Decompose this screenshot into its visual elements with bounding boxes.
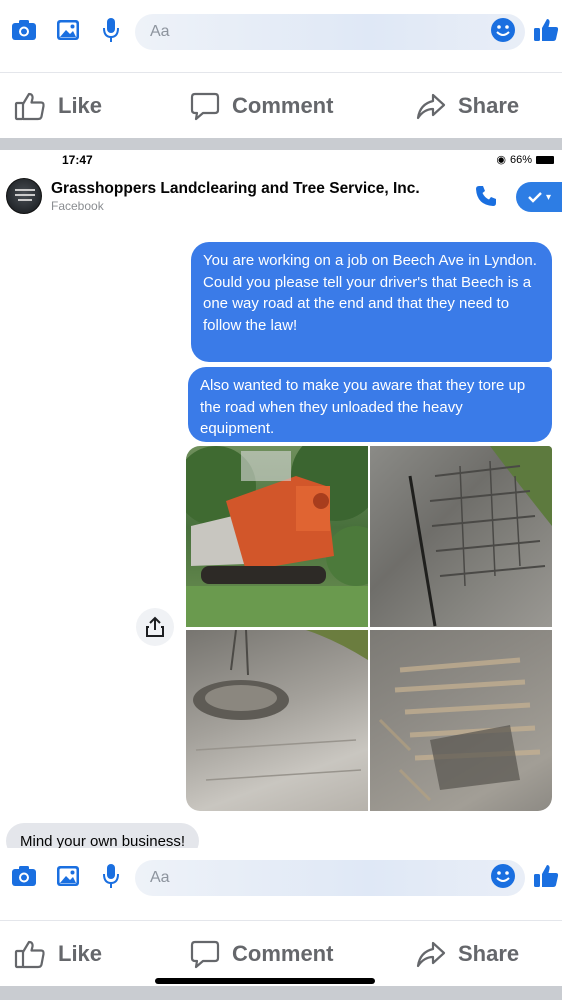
rotation-lock-icon: ◉	[496, 154, 506, 166]
like-label: Like	[58, 93, 103, 118]
share-icon[interactable]	[136, 608, 174, 646]
photo-scraped-road[interactable]	[370, 630, 552, 811]
camera-icon[interactable]	[10, 16, 38, 44]
message-placeholder: Aa	[150, 869, 170, 886]
status-time: 17:47	[62, 153, 93, 167]
post-action-bar-bottom: Like Comment Share	[0, 920, 562, 986]
separator-band	[0, 138, 562, 150]
emoji-icon[interactable]	[489, 862, 517, 890]
like-icon	[14, 92, 45, 121]
battery-icon	[536, 155, 554, 164]
like-button[interactable]: Like	[14, 91, 102, 121]
share-arrow-icon	[416, 941, 446, 968]
message-text: You are working on a job on Beech Ave in…	[203, 252, 537, 334]
comment-button[interactable]: Comment	[190, 91, 333, 121]
outgoing-message[interactable]: Also wanted to make you aware that they …	[188, 367, 552, 442]
battery-percent: 66%	[509, 153, 532, 166]
status-bar: 17:47 ◉ 66%	[0, 150, 562, 172]
chat-title[interactable]: Grasshoppers Landclearing and Tree Servi…	[51, 180, 420, 198]
share-button[interactable]: Share	[416, 939, 519, 969]
message-text: Also wanted to make you aware that they …	[200, 377, 526, 437]
check-icon[interactable]: ▾	[516, 182, 562, 212]
message-input[interactable]: Aa	[135, 860, 525, 896]
photo-pothole[interactable]	[186, 630, 368, 811]
comment-button[interactable]: Comment	[190, 939, 333, 969]
message-placeholder: Aa	[150, 23, 170, 40]
like-button[interactable]: Like	[14, 939, 102, 969]
microphone-icon[interactable]	[97, 862, 125, 890]
chat-header: Grasshoppers Landclearing and Tree Servi…	[0, 172, 562, 224]
share-button[interactable]: Share	[416, 91, 519, 121]
share-arrow-icon	[416, 93, 446, 120]
photo-icon[interactable]	[54, 16, 82, 44]
home-indicator[interactable]	[155, 978, 375, 984]
chevron-down-icon: ▾	[545, 191, 552, 203]
like-icon	[14, 940, 45, 969]
comment-icon	[190, 940, 220, 969]
microphone-icon[interactable]	[97, 16, 125, 44]
share-label: Share	[458, 93, 520, 118]
message-composer-bottom: Aa	[0, 848, 562, 906]
comment-label: Comment	[232, 941, 334, 966]
photo-equipment[interactable]	[186, 446, 368, 627]
post-action-bar-top: Like Comment Share	[0, 72, 562, 138]
bottom-band	[0, 986, 562, 1000]
thumbs-up-icon[interactable]	[532, 16, 560, 44]
outgoing-message[interactable]: You are working on a job on Beech Ave in…	[191, 242, 552, 362]
battery-indicator: ◉ 66%	[496, 153, 554, 166]
phone-icon[interactable]	[474, 184, 498, 213]
share-label: Share	[458, 941, 520, 966]
message-text: Mind your own business!	[20, 832, 186, 850]
comment-label: Comment	[232, 93, 334, 118]
photo-damaged-road[interactable]	[370, 446, 552, 627]
camera-icon[interactable]	[10, 862, 38, 890]
chat-subtitle: Facebook	[51, 199, 104, 213]
avatar[interactable]	[6, 178, 42, 214]
thumbs-up-icon[interactable]	[532, 862, 560, 890]
like-label: Like	[58, 941, 103, 966]
comment-icon	[190, 92, 220, 121]
photo-icon[interactable]	[54, 862, 82, 890]
emoji-icon[interactable]	[489, 16, 517, 44]
message-input[interactable]: Aa	[135, 14, 525, 50]
message-composer-top: Aa	[0, 2, 562, 60]
